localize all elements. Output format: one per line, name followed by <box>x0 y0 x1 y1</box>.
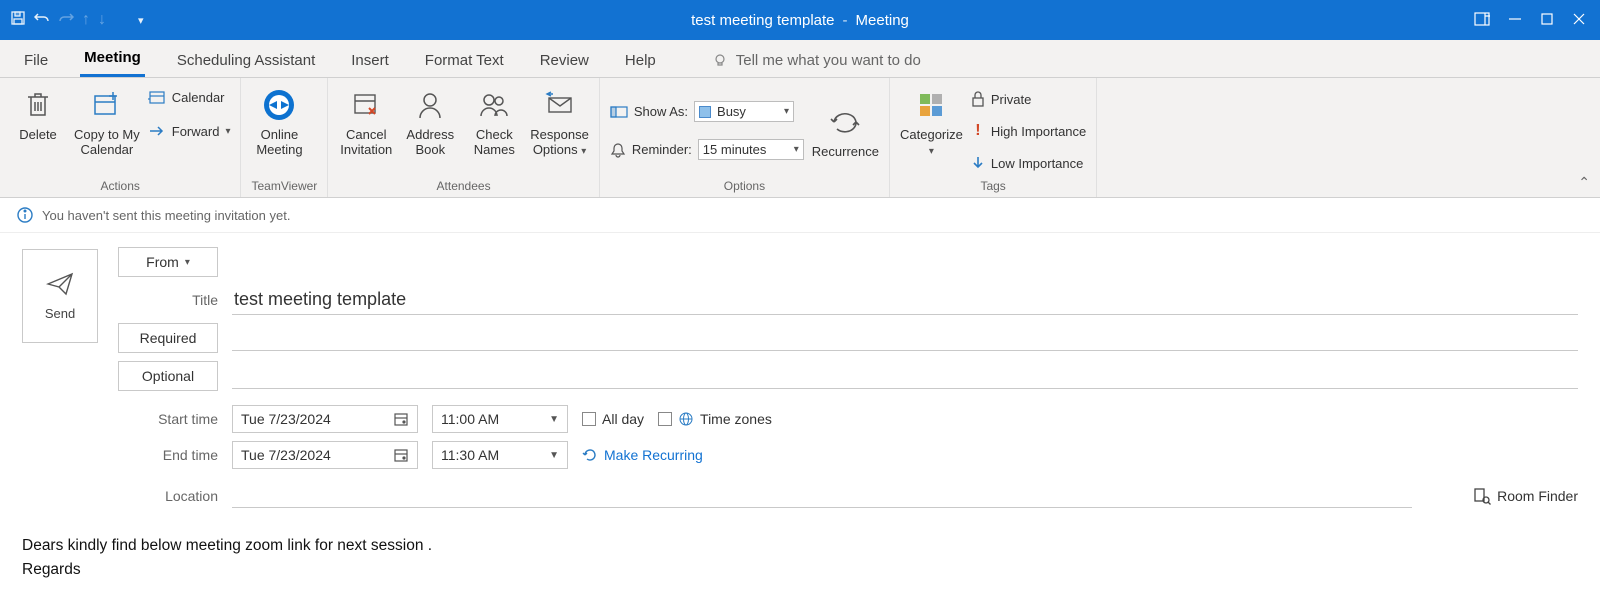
previous-icon[interactable]: ↑ <box>82 11 90 29</box>
cancel-invitation-button[interactable]: Cancel Invitation <box>338 84 394 158</box>
online-meeting-button[interactable]: Online Meeting <box>251 84 307 158</box>
response-options-button[interactable]: Response Options ▾ <box>530 84 589 158</box>
optional-button[interactable]: Optional <box>118 361 218 391</box>
title-label: Title <box>118 292 218 308</box>
recurrence-icon <box>582 447 598 463</box>
title-bar: ↑ ↓ ▾ test meeting template - Meeting <box>0 0 1600 40</box>
tab-help[interactable]: Help <box>621 52 660 77</box>
show-as-select[interactable]: Busy ▾ <box>694 101 794 122</box>
response-icon <box>545 86 575 124</box>
ribbon-display-icon[interactable] <box>1474 12 1490 29</box>
tab-file[interactable]: File <box>20 52 52 77</box>
message-body[interactable]: Dears kindly find below meeting zoom lin… <box>0 516 1600 600</box>
teamviewer-icon <box>262 86 296 124</box>
tab-format[interactable]: Format Text <box>421 52 508 77</box>
undo-icon[interactable] <box>34 10 50 31</box>
end-time-label: End time <box>118 447 218 463</box>
tell-me-search[interactable]: Tell me what you want to do <box>712 52 921 77</box>
people-check-icon <box>478 86 510 124</box>
all-day-checkbox[interactable]: All day <box>582 411 644 427</box>
calendar-icon <box>393 447 409 463</box>
qat-more-icon[interactable]: ▾ <box>138 14 144 27</box>
location-label: Location <box>118 488 218 504</box>
person-icon <box>416 86 444 124</box>
forward-arrow-icon <box>148 124 166 138</box>
exclamation-icon: ! <box>971 122 985 140</box>
quick-access-toolbar: ↑ ↓ ▾ <box>0 10 154 31</box>
show-as-label: Show As: <box>634 104 688 119</box>
lightbulb-icon <box>712 53 728 69</box>
address-book-button[interactable]: Address Book <box>402 84 458 158</box>
save-icon[interactable] <box>10 10 26 31</box>
start-date-input[interactable]: Tue 7/23/2024 <box>232 405 418 433</box>
room-finder-button[interactable]: Room Finder <box>1473 487 1578 505</box>
window-title: test meeting template - Meeting <box>691 12 909 29</box>
start-time-input[interactable]: 11:00 AM ▼ <box>432 405 568 433</box>
group-attendees: Cancel Invitation Address Book Check Nam… <box>328 78 600 197</box>
room-finder-icon <box>1473 487 1491 505</box>
location-input[interactable] <box>232 483 1412 508</box>
calendar-button[interactable]: Calendar <box>148 84 231 110</box>
group-teamviewer: Online Meeting TeamViewer <box>241 78 328 197</box>
reminder-label: Reminder: <box>632 142 692 157</box>
chevron-down-icon: ▼ <box>549 450 559 461</box>
ribbon-tabs: File Meeting Scheduling Assistant Insert… <box>0 40 1600 78</box>
make-recurring-link[interactable]: Make Recurring <box>582 447 703 463</box>
tab-insert[interactable]: Insert <box>347 52 393 77</box>
categorize-icon <box>916 86 946 124</box>
show-as-icon <box>610 105 628 119</box>
redo-icon[interactable] <box>58 10 74 31</box>
info-icon <box>16 206 34 224</box>
calendar-icon <box>393 411 409 427</box>
globe-icon <box>678 411 694 427</box>
time-zones-checkbox[interactable]: Time zones <box>658 411 772 427</box>
end-date-input[interactable]: Tue 7/23/2024 <box>232 441 418 469</box>
info-bar: You haven't sent this meeting invitation… <box>0 198 1600 233</box>
meeting-form: Send From ▾ Title Required Optional Star… <box>0 233 1600 516</box>
tab-scheduling[interactable]: Scheduling Assistant <box>173 52 319 77</box>
calendar-icon <box>148 89 166 105</box>
optional-input[interactable] <box>232 364 1578 389</box>
recurrence-icon <box>828 103 862 141</box>
send-button[interactable]: Send <box>22 249 98 343</box>
bell-icon <box>610 142 626 158</box>
chevron-down-icon: ▼ <box>549 414 559 425</box>
collapse-ribbon-icon[interactable]: ⌃ <box>1578 174 1590 191</box>
title-input[interactable] <box>232 285 1578 315</box>
end-time-input[interactable]: 11:30 AM ▼ <box>432 441 568 469</box>
high-importance-button[interactable]: ! High Importance <box>971 118 1086 144</box>
calendar-copy-icon <box>91 86 123 124</box>
trash-icon <box>24 86 52 124</box>
check-names-button[interactable]: Check Names <box>466 84 522 158</box>
reminder-select[interactable]: 15 minutes ▾ <box>698 139 804 160</box>
required-input[interactable] <box>232 326 1578 351</box>
low-importance-button[interactable]: Low Importance <box>971 150 1086 176</box>
private-button[interactable]: Private <box>971 86 1086 112</box>
categorize-button[interactable]: Categorize▾ <box>900 84 963 158</box>
maximize-icon[interactable] <box>1540 12 1554 29</box>
start-time-label: Start time <box>118 411 218 427</box>
forward-button[interactable]: Forward ▾ <box>148 118 231 144</box>
recurrence-button[interactable]: Recurrence <box>812 101 879 160</box>
tab-meeting[interactable]: Meeting <box>80 49 145 77</box>
group-tags: Categorize▾ Private ! High Importance Lo… <box>890 78 1097 197</box>
group-actions: Delete Copy to My Calendar Calendar Forw… <box>0 78 241 197</box>
chevron-down-icon: ▾ <box>225 126 230 137</box>
close-icon[interactable] <box>1572 12 1586 29</box>
send-icon <box>46 272 74 296</box>
delete-button[interactable]: Delete <box>10 84 66 143</box>
lock-icon <box>971 91 985 107</box>
ribbon: Delete Copy to My Calendar Calendar Forw… <box>0 78 1600 198</box>
cancel-calendar-icon <box>351 86 381 124</box>
from-button[interactable]: From ▾ <box>118 247 218 277</box>
required-button[interactable]: Required <box>118 323 218 353</box>
next-icon[interactable]: ↓ <box>98 11 106 29</box>
chevron-down-icon: ▾ <box>185 257 190 268</box>
copy-to-calendar-button[interactable]: Copy to My Calendar <box>74 84 140 158</box>
minimize-icon[interactable] <box>1508 12 1522 29</box>
tab-review[interactable]: Review <box>536 52 593 77</box>
down-arrow-icon <box>971 155 985 171</box>
group-options: Show As: Busy ▾ Reminder: 15 minutes ▾ <box>600 78 890 197</box>
